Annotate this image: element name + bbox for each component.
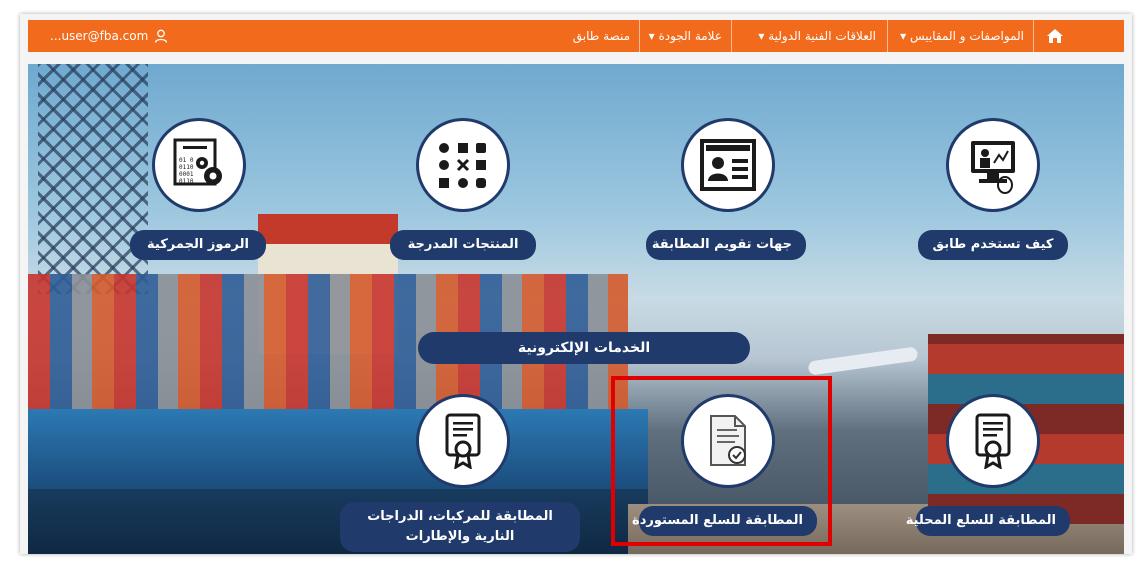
browser-viewport: المواصفات و المقاييس ▾ العلاقات الفنية ا… [20,14,1132,554]
customs-code-icon: 01 0 0110 0001 0110 [173,138,222,186]
highlight-annotation [611,376,832,546]
nav-item-international-relations[interactable]: العلاقات الفنية الدولية ▾ [758,20,876,52]
top-navbar: المواصفات و المقاييس ▾ العلاقات الفنية ا… [28,20,1124,52]
nav-divider [887,20,888,52]
customs-codes-button[interactable]: الرموز الجمركية [130,230,266,260]
caret-down-icon: ▾ [648,29,655,43]
certificate-icon [445,413,481,469]
nav-item-label: علامة الجودة [658,29,722,43]
nav-divider [731,20,732,52]
hero-banner: كيف تستخدم طابق جهات تقويم المطابقة المن… [28,64,1124,554]
id-card-icon [700,139,756,191]
certificate-icon [975,413,1011,469]
svg-text:0001: 0001 [179,171,194,178]
e-services-banner: الخدمات الإلكترونية [418,332,750,364]
local-goods-circle[interactable] [946,394,1040,488]
airplane [807,346,919,376]
computer-screen-icon [971,141,1015,194]
nav-item-tabiq-platform[interactable]: منصة طابق [573,20,630,52]
customs-codes-circle[interactable]: 01 0 0110 0001 0110 [152,118,246,212]
nav-item-label: العلاقات الفنية الدولية [768,29,876,43]
svg-text:0110: 0110 [179,164,194,171]
left-crane [38,64,148,294]
conformity-bodies-circle[interactable] [681,118,775,212]
local-goods-button[interactable]: المطابقة للسلع المحلية [906,506,1070,536]
svg-text:0110: 0110 [179,178,194,185]
product-grid-icon [439,143,486,188]
user-email: ...user@fba.com [50,29,149,43]
nav-divider [1033,20,1034,52]
ship-hull [28,409,648,489]
conformity-bodies-button[interactable]: جهات تقويم المطابقة [646,230,806,260]
nav-item-label: منصة طابق [572,29,630,43]
svg-text:01 0: 01 0 [179,157,194,164]
vehicles-circle[interactable] [416,394,510,488]
nav-item-label: المواصفات و المقاييس [909,29,1024,43]
nav-item-standards[interactable]: المواصفات و المقاييس ▾ [900,20,1024,52]
nav-divider [639,20,640,52]
how-to-use-circle[interactable] [946,118,1040,212]
home-button[interactable] [1034,20,1076,52]
how-to-use-button[interactable]: كيف تستخدم طابق [918,230,1068,260]
screenshot-frame: المواصفات و المقاييس ▾ العلاقات الفنية ا… [0,0,1146,571]
caret-down-icon: ▾ [758,29,765,43]
user-icon [155,29,168,43]
vehicles-button[interactable]: المطابقة للمركبات، الدراجات النارية والإ… [340,502,580,552]
listed-products-button[interactable]: المنتجات المدرجة [390,230,536,260]
nav-item-quality-mark[interactable]: علامة الجودة ▾ [649,20,722,52]
user-menu[interactable]: ...user@fba.com [50,20,168,52]
caret-down-icon: ▾ [900,29,907,43]
home-icon [1047,29,1063,43]
listed-products-circle[interactable] [416,118,510,212]
